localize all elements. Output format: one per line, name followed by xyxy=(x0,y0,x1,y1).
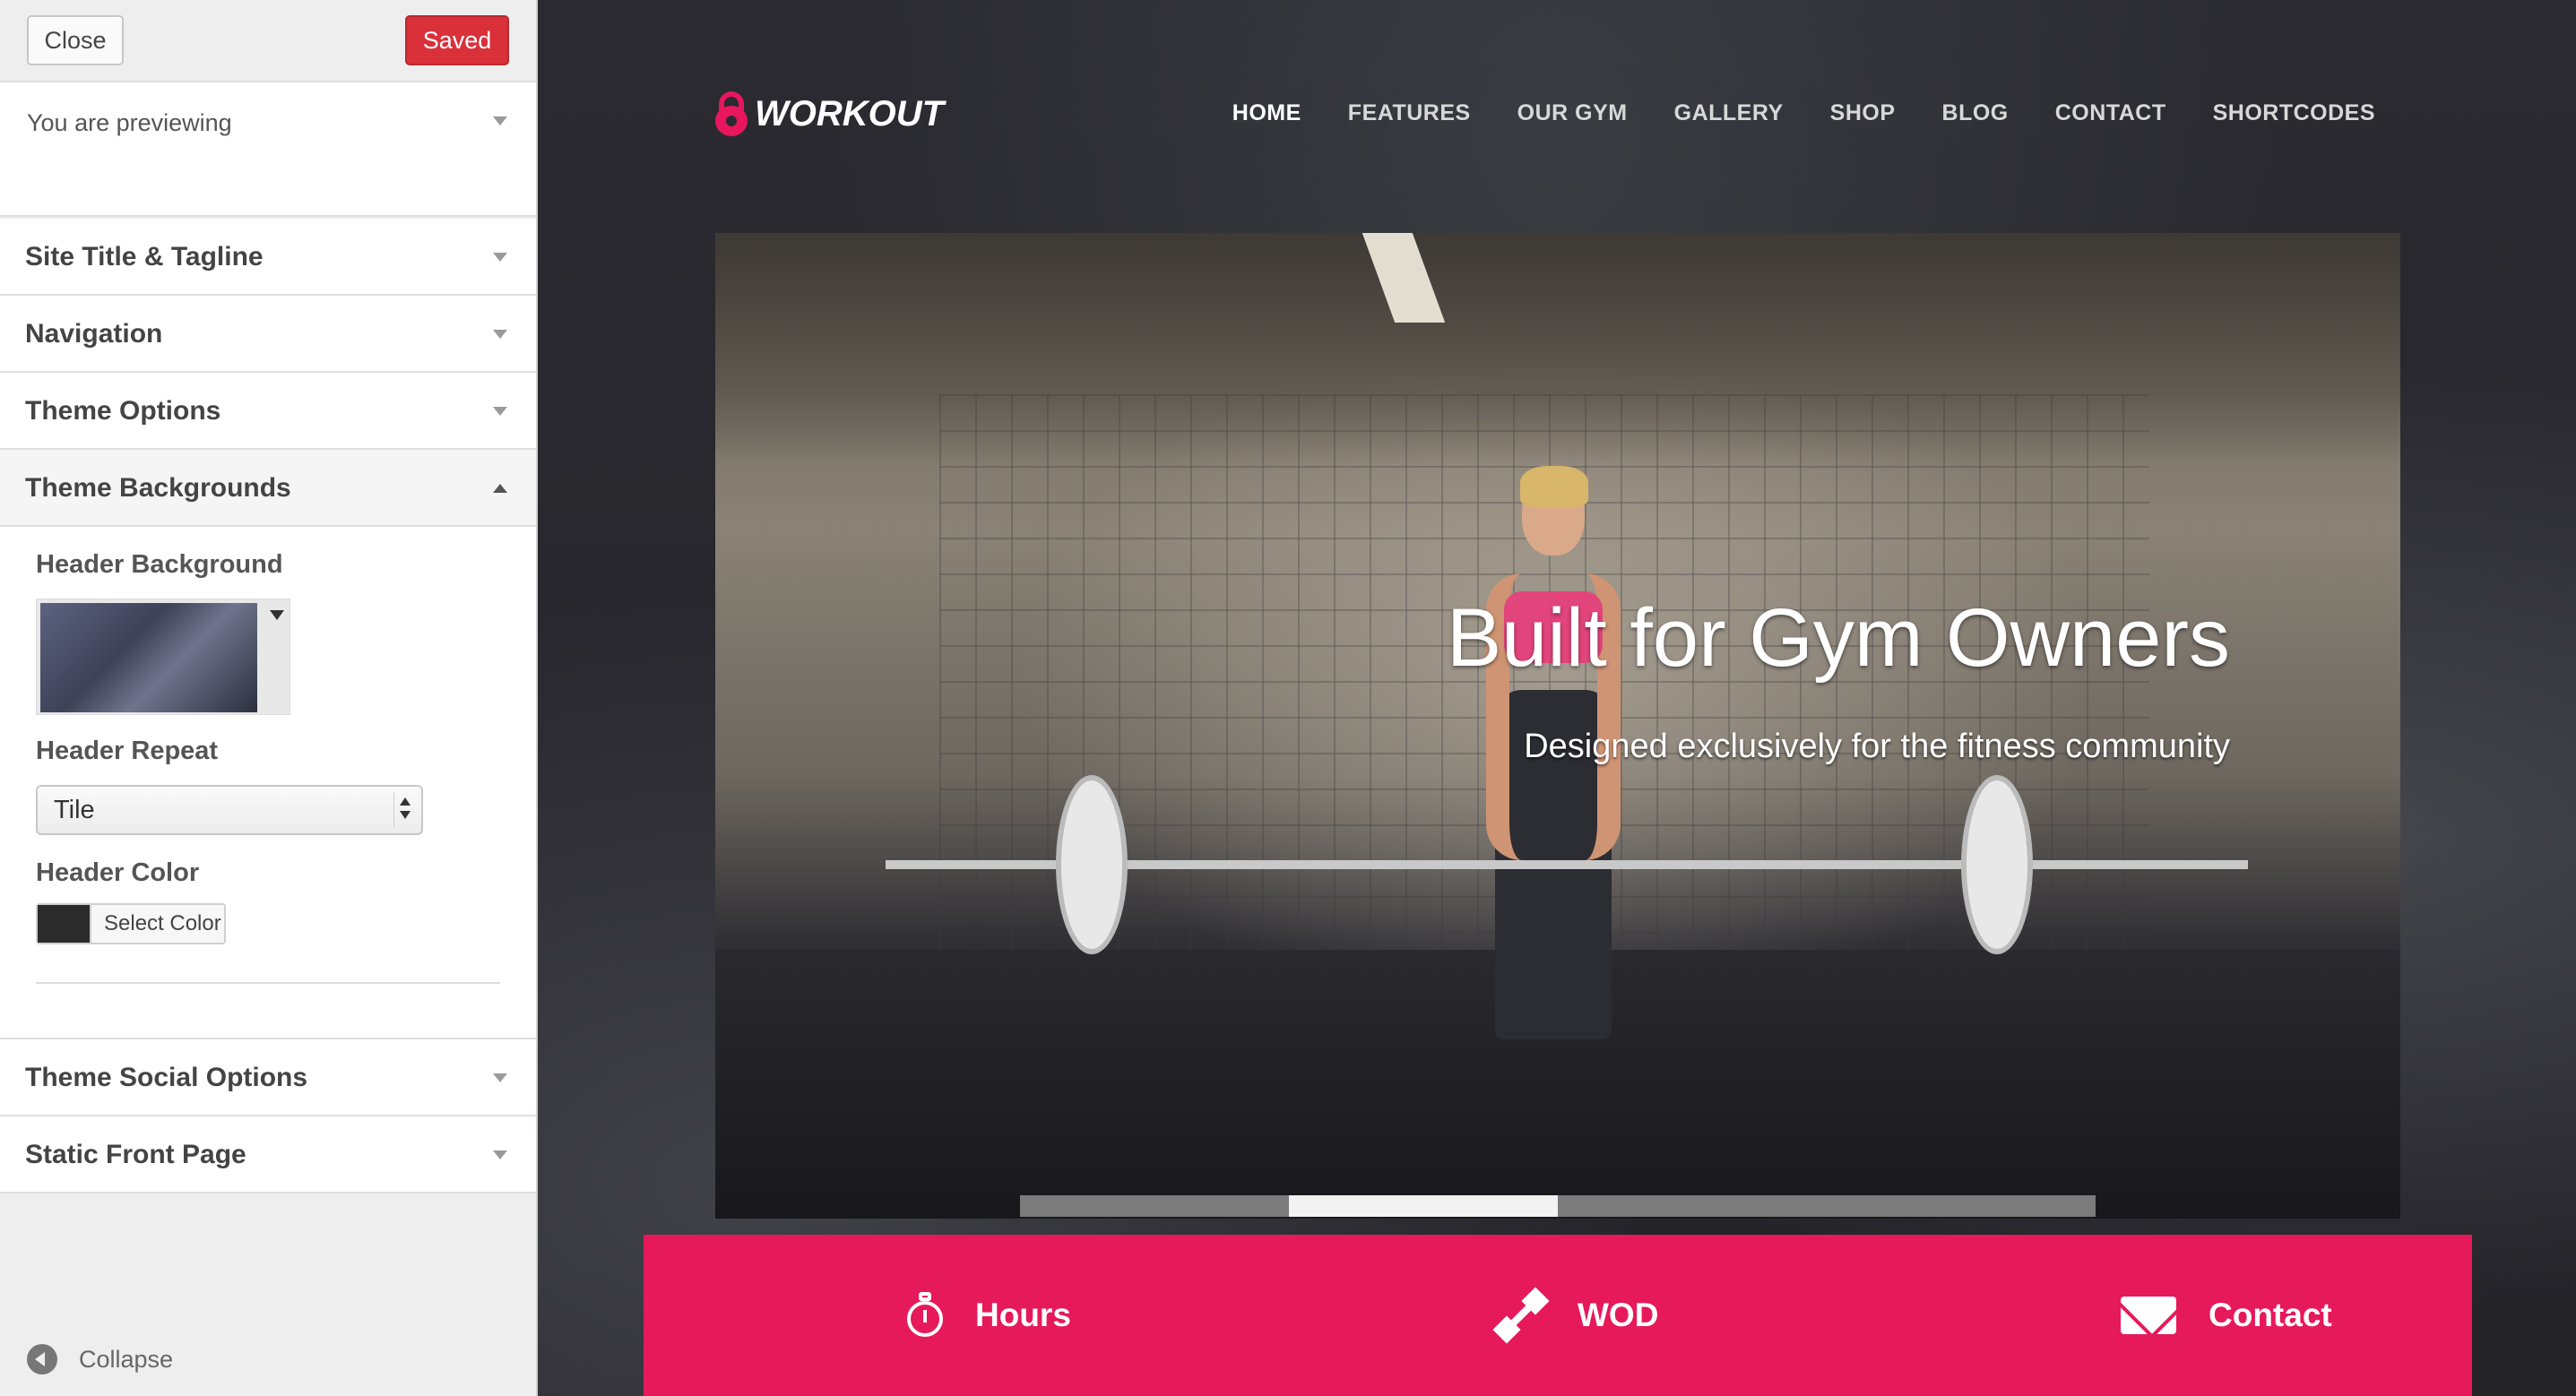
previewing-label: You are previewing xyxy=(27,109,232,136)
close-button[interactable]: Close xyxy=(27,15,124,65)
envelope-icon xyxy=(2121,1297,2176,1334)
chevron-down-icon xyxy=(493,253,507,262)
section-theme-options[interactable]: Theme Options xyxy=(0,373,536,450)
slider-pagination xyxy=(1020,1195,2096,1217)
chevron-up-icon xyxy=(493,484,507,493)
slider-dot-4[interactable] xyxy=(1827,1195,2096,1217)
color-swatch xyxy=(38,905,91,943)
hero-image-plate-left xyxy=(1056,775,1128,954)
nav-shortcodes[interactable]: SHORTCODES xyxy=(2213,100,2375,126)
cta-bar: Hours WOD Contact xyxy=(644,1235,2472,1396)
chevron-down-icon xyxy=(493,330,507,339)
section-title: Theme Backgrounds xyxy=(25,473,291,503)
logo-text: WORKOUT xyxy=(755,93,945,134)
nav-features[interactable]: FEATURES xyxy=(1348,100,1471,126)
section-site-title-tagline[interactable]: Site Title & Tagline xyxy=(0,219,536,296)
customizer-sidebar: Close Saved You are previewing Site Titl… xyxy=(0,0,538,1396)
nav-home[interactable]: HOME xyxy=(1232,100,1301,126)
section-title: Site Title & Tagline xyxy=(25,242,264,271)
header-color-picker[interactable]: Select Color xyxy=(36,903,226,944)
hero-title: Built for Gym Owners xyxy=(1446,592,2230,684)
hero-slider[interactable]: Built for Gym Owners Designed exclusivel… xyxy=(715,233,2400,1219)
cta-wod[interactable]: WOD xyxy=(1492,1287,1659,1344)
section-theme-backgrounds[interactable]: Theme Backgrounds xyxy=(0,450,536,527)
section-title: Static Front Page xyxy=(25,1140,246,1169)
slider-dot-2[interactable] xyxy=(1289,1195,1558,1217)
select-divider xyxy=(393,792,394,828)
chevron-down-icon xyxy=(493,1073,507,1082)
hero-image-plate-right xyxy=(1961,775,2033,954)
nav-shop[interactable]: SHOP xyxy=(1830,100,1896,126)
header-repeat-select[interactable]: Tile xyxy=(36,785,423,835)
chevron-down-icon xyxy=(493,407,507,416)
select-color-label: Select Color xyxy=(104,911,221,935)
nav-gallery[interactable]: GALLERY xyxy=(1674,100,1784,126)
header-background-picker[interactable] xyxy=(36,599,290,715)
site-logo[interactable]: WORKOUT xyxy=(715,88,944,140)
caret-down-icon[interactable] xyxy=(270,610,284,620)
divider xyxy=(36,982,500,984)
section-title: Theme Social Options xyxy=(25,1063,308,1092)
cta-contact[interactable]: Contact xyxy=(2121,1288,2332,1342)
section-navigation[interactable]: Navigation xyxy=(0,296,536,373)
nav-our-gym[interactable]: OUR GYM xyxy=(1517,100,1628,126)
slider-dot-3[interactable] xyxy=(1558,1195,1827,1217)
cta-wod-label: WOD xyxy=(1578,1297,1659,1333)
header-background-label: Header Background xyxy=(36,550,283,579)
chevron-down-icon xyxy=(493,116,507,125)
hero-subtitle: Designed exclusively for the fitness com… xyxy=(1524,728,2230,765)
saved-button[interactable]: Saved xyxy=(405,15,509,65)
customizer-header: Close Saved xyxy=(0,0,536,82)
collapse-arrow-icon xyxy=(27,1344,57,1374)
main-nav: HOME FEATURES OUR GYM GALLERY SHOP BLOG … xyxy=(1232,100,2375,126)
nav-contact[interactable]: CONTACT xyxy=(2055,100,2166,126)
collapse-label: Collapse xyxy=(79,1346,174,1373)
dumbbell-icon xyxy=(1492,1287,1550,1344)
header-repeat-label: Header Repeat xyxy=(36,737,219,765)
section-title: Theme Options xyxy=(25,396,221,426)
kettlebell-icon xyxy=(715,91,748,136)
previewing-panel[interactable] xyxy=(0,82,536,217)
section-title: Navigation xyxy=(25,319,163,349)
header-background-thumbnail xyxy=(40,603,257,712)
cta-hours-label: Hours xyxy=(975,1297,1071,1333)
header-color-label: Header Color xyxy=(36,858,200,887)
site-preview: WORKOUT HOME FEATURES OUR GYM GALLERY SH… xyxy=(538,0,2576,1396)
section-static-front-page[interactable]: Static Front Page xyxy=(0,1116,536,1193)
cta-hours[interactable]: Hours xyxy=(907,1288,1071,1342)
hero-image-athlete xyxy=(1468,466,1629,1066)
stopwatch-icon xyxy=(907,1292,943,1339)
chevron-down-icon xyxy=(493,1150,507,1159)
nav-blog[interactable]: BLOG xyxy=(1942,100,2009,126)
header-repeat-value: Tile xyxy=(54,796,95,824)
cta-contact-label: Contact xyxy=(2209,1297,2332,1333)
slider-dot-1[interactable] xyxy=(1020,1195,1289,1217)
select-stepper-icon xyxy=(400,797,412,823)
section-theme-social-options[interactable]: Theme Social Options xyxy=(0,1039,536,1116)
